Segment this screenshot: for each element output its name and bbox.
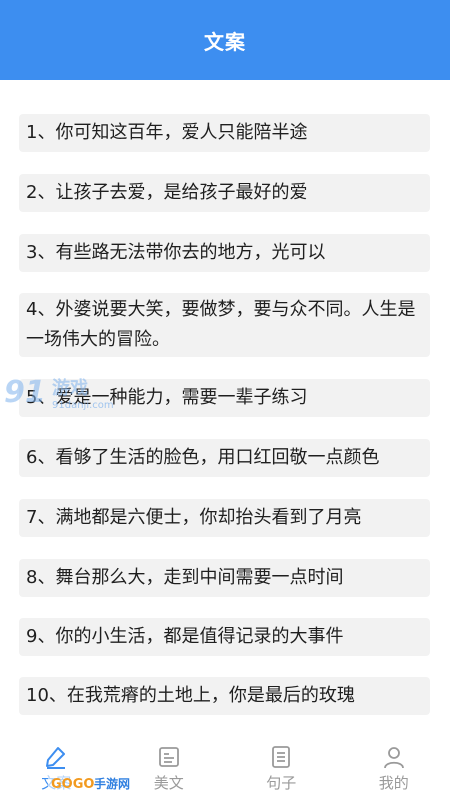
tab-label: 我的 xyxy=(378,774,409,792)
tab-meiwen[interactable]: 美文 xyxy=(113,736,226,800)
bottom-tab-bar: 文案 美文 句子 我的 xyxy=(0,736,450,800)
quote-text: 5、爱是一种能力，需要一辈子练习 xyxy=(26,387,308,408)
quote-card-5[interactable]: 5、爱是一种能力，需要一辈子练习 xyxy=(19,379,430,417)
article-icon xyxy=(158,747,179,767)
tab-wode[interactable]: 我的 xyxy=(338,736,450,800)
pen-icon xyxy=(46,747,66,769)
quote-card-4[interactable]: 4、外婆说要大笑，要做梦，要与众不同。人生是一场伟大的冒险。 xyxy=(19,293,430,357)
quote-card-3[interactable]: 3、有些路无法带你去的地方，光可以 xyxy=(19,234,430,272)
document-icon xyxy=(272,746,291,768)
quote-text: 2、让孩子去爱，是给孩子最好的爱 xyxy=(26,182,308,203)
app-header: 文案 xyxy=(0,0,450,80)
quote-card-7[interactable]: 7、满地都是六便士，你却抬头看到了月亮 xyxy=(19,499,430,537)
tab-label: 文案 xyxy=(41,774,72,792)
quote-text: 7、满地都是六便士，你却抬头看到了月亮 xyxy=(26,507,362,528)
quote-text: 6、看够了生活的脸色，用口红回敬一点颜色 xyxy=(26,447,380,468)
quote-card-9[interactable]: 9、你的小生活，都是值得记录的大事件 xyxy=(19,618,430,656)
quote-text: 9、你的小生活，都是值得记录的大事件 xyxy=(26,626,344,647)
quote-card-6[interactable]: 6、看够了生活的脸色，用口红回敬一点颜色 xyxy=(19,439,430,477)
quote-text: 4、外婆说要大笑，要做梦，要与众不同。人生是一场伟大的冒险。 xyxy=(26,299,416,350)
tab-juzi[interactable]: 句子 xyxy=(225,736,338,800)
quote-text: 10、在我荒瘠的土地上，你是最后的玫瑰 xyxy=(26,685,355,706)
user-icon xyxy=(383,747,404,769)
tab-wenan[interactable]: 文案 xyxy=(0,736,113,800)
quote-text: 8、舞台那么大，走到中间需要一点时间 xyxy=(26,567,344,588)
quote-list[interactable]: 1、你可知这百年，爱人只能陪半途 2、让孩子去爱，是给孩子最好的爱 3、有些路无… xyxy=(0,80,450,736)
page-title: 文案 xyxy=(204,29,246,54)
quote-card-2[interactable]: 2、让孩子去爱，是给孩子最好的爱 xyxy=(19,174,430,212)
quote-card-1[interactable]: 1、你可知这百年，爱人只能陪半途 xyxy=(19,114,430,152)
quote-card-8[interactable]: 8、舞台那么大，走到中间需要一点时间 xyxy=(19,559,430,597)
tab-label: 美文 xyxy=(153,774,184,792)
tab-label: 句子 xyxy=(266,774,297,792)
quote-text: 1、你可知这百年，爱人只能陪半途 xyxy=(26,122,308,143)
quote-card-10[interactable]: 10、在我荒瘠的土地上，你是最后的玫瑰 xyxy=(19,677,430,715)
quote-text: 3、有些路无法带你去的地方，光可以 xyxy=(26,242,326,263)
